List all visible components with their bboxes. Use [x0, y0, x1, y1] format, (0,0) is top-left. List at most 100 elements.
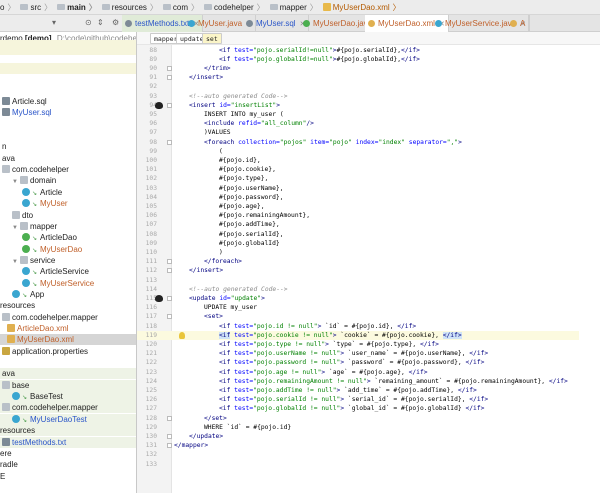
code-line[interactable]: 105 #{pojo.age},: [137, 202, 579, 211]
code-line[interactable]: 125 <if test="pojo.addTime != null"> `add…: [137, 386, 579, 395]
tree-item[interactable]: ↘ MyUser: [0, 198, 136, 209]
code-line[interactable]: 126 <if test="pojo.serialId != null"> `se…: [137, 395, 579, 404]
code-line[interactable]: 93 <!--auto generated Code-->: [137, 92, 579, 101]
code-line[interactable]: 92: [137, 82, 579, 91]
mybatis-navigate-icon[interactable]: [155, 101, 163, 109]
tree-item[interactable]: ↘ App: [0, 289, 136, 300]
fold-marker-icon[interactable]: [167, 268, 172, 274]
lightbulb-icon[interactable]: [179, 331, 185, 339]
breadcrumb-item[interactable]: MyUserDao.xml 〉: [320, 2, 401, 13]
fold-marker-icon[interactable]: [167, 314, 172, 320]
tree-item[interactable]: resources: [0, 300, 136, 311]
code-line[interactable]: 111 </foreach>: [137, 257, 579, 266]
tree-item[interactable]: ▼ domain: [0, 175, 136, 186]
code-line[interactable]: 110): [137, 248, 579, 257]
view-dropdown-icon[interactable]: ▾: [52, 18, 56, 27]
tree-item[interactable]: MyUserDao.xml: [0, 334, 136, 346]
breadcrumb-item[interactable]: src 〉: [17, 2, 52, 13]
tree-item[interactable]: [0, 130, 136, 141]
tree-item[interactable]: ava: [0, 153, 136, 164]
collapse-all-icon[interactable]: ⇕: [97, 18, 104, 27]
tree-item[interactable]: testMethods.txt: [0, 436, 136, 448]
tree-item[interactable]: ArticleDao.xml: [0, 323, 136, 334]
code-line[interactable]: 120 <if test="pojo.type != null"> `type` …: [137, 340, 579, 349]
code-line[interactable]: 112 </insert>: [137, 266, 579, 275]
tree-item[interactable]: [0, 357, 136, 368]
tree-item[interactable]: ↘ ArticleService: [0, 266, 136, 277]
code-line[interactable]: 108 #{pojo.serialId},: [137, 230, 579, 239]
breadcrumb-item[interactable]: resources 〉: [99, 2, 158, 13]
code-line[interactable]: 104 #{pojo.password},: [137, 193, 579, 202]
fold-marker-icon[interactable]: [167, 443, 172, 449]
code-line[interactable]: 95 INSERT INTO my_user (: [137, 110, 579, 119]
tree-item[interactable]: ere: [0, 448, 136, 459]
gear-icon[interactable]: ⚙: [112, 18, 119, 27]
tree-item[interactable]: ↘ MyUserDao: [0, 244, 136, 255]
fold-marker-icon[interactable]: [167, 65, 172, 71]
fold-marker-icon[interactable]: [167, 415, 172, 421]
breadcrumb-item[interactable]: o 〉: [0, 2, 15, 13]
code-line[interactable]: 99 (: [137, 147, 579, 156]
tree-item[interactable]: [0, 119, 136, 130]
code-line[interactable]: 113: [137, 276, 579, 285]
code-line[interactable]: 94 <insert id="insertList">: [137, 101, 579, 110]
fold-marker-icon[interactable]: [167, 433, 172, 439]
code-line[interactable]: 122 <if test="pojo.password != null"> `pa…: [137, 358, 579, 367]
tree-item[interactable]: ↘ Article: [0, 187, 136, 198]
code-line[interactable]: 114 <!--auto generated Code-->: [137, 285, 579, 294]
code-line[interactable]: 119 <if test="pojo.cookie != null"> `cook…: [137, 330, 579, 340]
code-line[interactable]: 98 <foreach collection="pojos" item="pojo…: [137, 138, 579, 147]
tree-item[interactable]: ava: [0, 368, 136, 380]
code-line[interactable]: 89 <if test="pojo.globalId!=null">#{pojo.…: [137, 55, 579, 64]
tree-item[interactable]: base: [0, 379, 136, 391]
tree-item[interactable]: ↘ MyUserService: [0, 278, 136, 289]
code-line[interactable]: 116 UPDATE my_user: [137, 303, 579, 312]
code-line[interactable]: 132: [137, 450, 579, 459]
code-line[interactable]: 129 WHERE `id` = #{pojo.id}: [137, 423, 579, 432]
code-line[interactable]: 103 #{pojo.userName},: [137, 184, 579, 193]
code-line[interactable]: 115 <update id="update">: [137, 294, 579, 303]
breadcrumb-item[interactable]: main 〉: [54, 2, 97, 13]
xml-breadcrumb-set[interactable]: set: [202, 33, 222, 44]
code-line[interactable]: 109 #{pojo.globalId}: [137, 239, 579, 248]
code-line[interactable]: 124 <if test="pojo.remainingAmount != nul…: [137, 377, 579, 386]
fold-marker-icon[interactable]: [167, 295, 172, 301]
tree-item[interactable]: dto: [0, 210, 136, 221]
code-line[interactable]: 127 <if test="pojo.globalId != null"> `gl…: [137, 404, 579, 413]
code-line[interactable]: 91 </insert>: [137, 73, 579, 82]
code-line[interactable]: 107 #{pojo.addTime},: [137, 220, 579, 229]
tree-item[interactable]: MyUser.sql: [0, 107, 136, 118]
code-line[interactable]: 102 #{pojo.type},: [137, 174, 579, 183]
tree-item[interactable]: application.properties: [0, 346, 136, 357]
tree-item[interactable]: Article.sql: [0, 96, 136, 107]
tree-item[interactable]: ▼ mapper: [0, 221, 136, 232]
code-line[interactable]: 118 <if test="pojo.id != null"> `id` = #{…: [137, 322, 579, 331]
fold-marker-icon[interactable]: [167, 75, 172, 81]
tree-item[interactable]: n: [0, 141, 136, 152]
breadcrumb-item[interactable]: codehelper 〉: [201, 2, 265, 13]
fold-marker-icon[interactable]: [167, 259, 172, 265]
code-line[interactable]: 90 </trim>: [137, 64, 579, 73]
code-line[interactable]: 121 <if test="pojo.userName != null"> `us…: [137, 349, 579, 358]
tree-item[interactable]: ↘ MyUserDaoTest: [0, 413, 136, 425]
tree-item[interactable]: com.codehelper.mapper: [0, 402, 136, 414]
code-line[interactable]: 88 <if test="pojo.serialId!=null">#{pojo.…: [137, 46, 579, 55]
code-line[interactable]: 101 #{pojo.cookie},: [137, 165, 579, 174]
tree-item[interactable]: com.codehelper: [0, 164, 136, 175]
fold-marker-icon[interactable]: [167, 102, 172, 108]
tree-item[interactable]: ↘ ArticleDao: [0, 232, 136, 243]
code-line[interactable]: 131 </mapper>: [137, 441, 579, 450]
code-line[interactable]: 100 #{pojo.id},: [137, 156, 579, 165]
code-editor[interactable]: 88 <if test="pojo.serialId!=null">#{pojo.…: [137, 32, 600, 493]
breadcrumb-item[interactable]: mapper 〉: [267, 2, 318, 13]
breadcrumb-item[interactable]: com 〉: [160, 2, 199, 13]
tree-item[interactable]: ↘ BaseTest: [0, 391, 136, 403]
tree-item[interactable]: E: [0, 471, 136, 482]
code-line[interactable]: 133: [137, 460, 579, 469]
code-line[interactable]: 128 </set>: [137, 414, 579, 423]
code-line[interactable]: 117 <set>: [137, 312, 579, 321]
code-line[interactable]: 123 <if test="pojo.age != null"> `age` = …: [137, 368, 579, 377]
code-line[interactable]: 97)VALUES: [137, 128, 579, 137]
tab-a[interactable]: A: [507, 15, 530, 32]
tree-item[interactable]: ▼ service: [0, 255, 136, 266]
